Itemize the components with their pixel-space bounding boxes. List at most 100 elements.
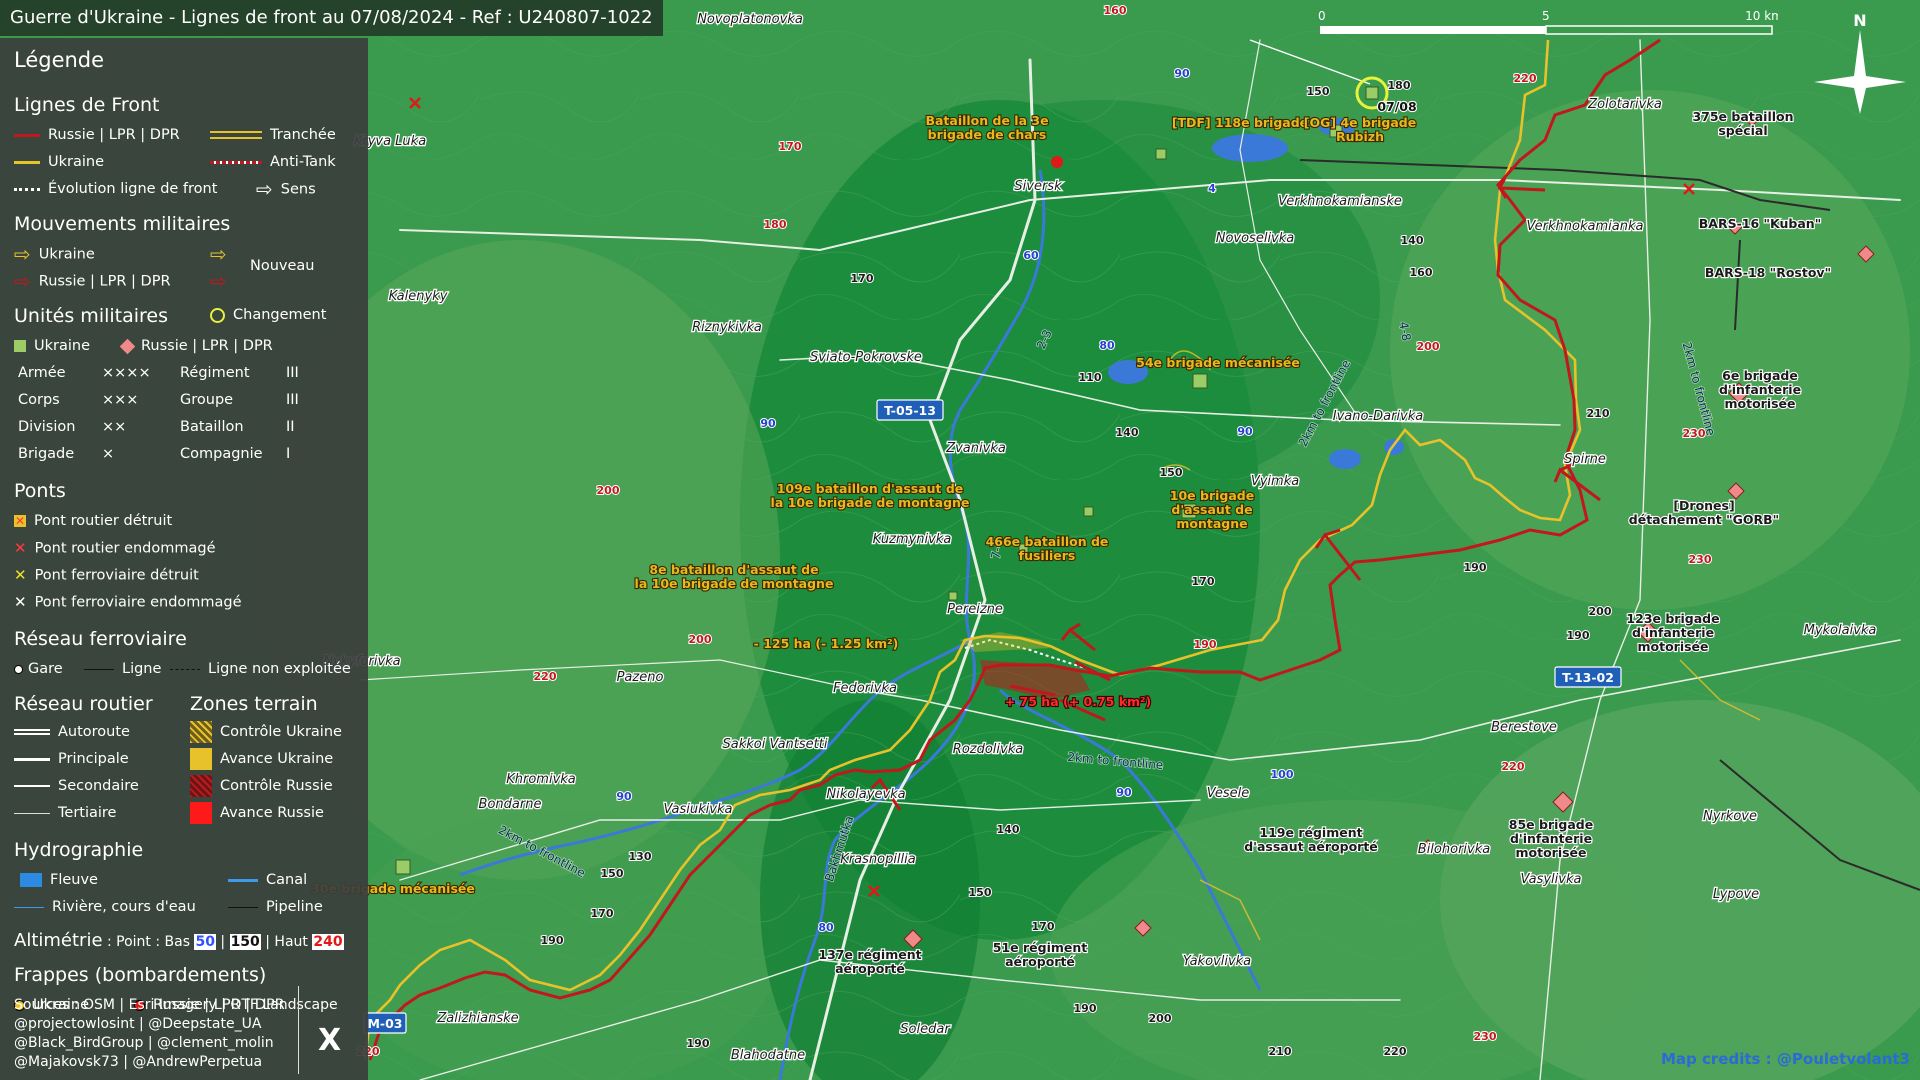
elevation-label: 190	[1074, 1002, 1097, 1015]
zone-ukraine-advance: Avance Ukraine	[190, 746, 342, 773]
unit-size-name: Brigade	[18, 446, 75, 462]
front-lines-heading: Lignes de Front	[14, 94, 160, 116]
zone-russia-advance-swatch	[190, 802, 212, 824]
legend-row-russia-line: Russie | LPR | DPR Tranchée	[14, 122, 368, 149]
unit-size-row: Brigade × Compagnie I	[14, 441, 368, 468]
bridge-road-destroyed: ✕ Pont routier détruit	[14, 513, 173, 529]
elevation-label: 180	[1388, 79, 1411, 92]
place-label: Siversk	[1014, 179, 1062, 194]
elevation-label: 190	[1567, 629, 1590, 642]
road-id-label: M-03	[367, 1016, 402, 1031]
unit-size-symbol: I	[286, 446, 291, 462]
place-label: Vasylivka	[1521, 872, 1582, 887]
bridge-road-damaged-icon: ✕	[14, 539, 27, 557]
legend-row-move-russia: ⇨ Russie | LPR | DPR ⇨	[14, 268, 368, 295]
unit-label: 8e bataillon d'assaut de la 10e brigade d…	[635, 562, 834, 591]
sources-line-2: @projectowlosint | @Deepstate_UA	[14, 1016, 262, 1032]
elevation-label: 90	[1174, 67, 1190, 80]
elevation-label: 80	[1099, 339, 1115, 352]
x-logo-icon[interactable]: X	[318, 1023, 341, 1058]
canal-swatch	[228, 878, 258, 882]
unit-size-name: Division	[18, 419, 76, 435]
place-label: Krasnopillia	[840, 852, 916, 867]
unit-size-row: Corps ××× Groupe III	[14, 387, 368, 414]
unit-label: Bataillon de la 3e brigade de chars	[925, 113, 1048, 142]
bridge-rail-destroyed: ✕ Pont ferroviaire détruit	[14, 562, 368, 589]
unit-label: 10e brigade d'assaut de montagne	[1170, 488, 1254, 531]
rail-line-swatch	[84, 668, 114, 670]
ukraine-line-swatch	[14, 160, 40, 164]
place-label: Kalenyky	[389, 289, 448, 304]
antitank-label: Anti-Tank	[270, 154, 336, 170]
legend-panel: Légende Lignes de Front Russie | LPR | D…	[0, 38, 368, 1080]
road-id-label: T-13-02	[1562, 670, 1614, 685]
scale-bar-graphic: 0 5 10 km	[1318, 9, 1783, 35]
place-label: Verkhnokamianka	[1527, 219, 1644, 234]
elevation-label: 140	[1116, 426, 1139, 439]
bridge-rail-destroyed-icon: ✕	[14, 566, 27, 584]
unit-size-symbol: ×××	[102, 392, 139, 408]
place-label: Riznykivka	[692, 320, 762, 335]
new-russia-arrow-icon: ⇨	[210, 269, 227, 293]
elevation-label: 180	[764, 218, 787, 231]
unit-size-symbol: ××	[102, 419, 127, 435]
legend-row-altimetry: Altimétrie : Point : Bas 50 | 150 | Haut…	[14, 930, 344, 951]
elevation-label: 150	[601, 867, 624, 880]
highway-swatch	[14, 729, 50, 735]
unit-size-symbol: ××××	[102, 365, 151, 381]
unit-size-name: Corps	[18, 392, 60, 408]
unit-label: 54e brigade mécanisée	[1136, 355, 1300, 370]
elevation-label: 160	[1410, 266, 1433, 279]
road-id-badge: M-03	[363, 1012, 407, 1034]
strikes-heading: Frappes (bombardements)	[14, 964, 267, 986]
place-label: Yakovlivka	[1183, 954, 1251, 969]
place-label: Zolotarivka	[1587, 97, 1662, 112]
elevation-label: 230	[1689, 553, 1712, 566]
place-label: Soledar	[900, 1022, 951, 1037]
unit-size-symbol: III	[286, 392, 299, 408]
pipeline-swatch	[228, 906, 258, 908]
russia-unit-diamond-icon	[119, 338, 136, 354]
elevation-label: 200	[597, 484, 620, 497]
unit-size-table: Armée ×××× Régiment III Corps ××× Groupe III Div…	[14, 360, 368, 468]
elevation-label: 200	[689, 633, 712, 646]
legend-row-ukraine-line: Ukraine Anti-Tank	[14, 149, 368, 176]
unit-size-symbol: II	[286, 419, 295, 435]
direction-arrow-icon: ⇨	[256, 177, 273, 201]
place-label: Khromivka	[506, 772, 576, 787]
place-label: Vyimka	[1251, 474, 1299, 489]
elevation-label: 170	[591, 907, 614, 920]
unit-size-name: Groupe	[180, 392, 234, 408]
road-zone-block: Réseau routier Autoroute Principale Seco…	[14, 693, 368, 839]
unit-size-name: Bataillon	[180, 419, 244, 435]
elevation-label: 170	[779, 140, 802, 153]
bridge-rail-damaged: ✕ Pont ferroviaire endommagé	[14, 589, 368, 616]
new-ukraine-arrow-icon: ⇨	[210, 242, 227, 266]
north-label: N	[1853, 11, 1866, 30]
unit-size-row: Division ×× Bataillon II	[14, 414, 368, 441]
bridge-road-destroyed-icon: ✕	[14, 514, 26, 528]
ukraine-move-arrow-icon: ⇨	[14, 242, 31, 266]
altimetry-mid: 150	[229, 934, 261, 950]
antitank-swatch	[210, 160, 262, 164]
map-title: Guerre d'Ukraine - Lignes de front au 07…	[0, 0, 663, 36]
main-road-swatch	[14, 757, 50, 761]
road-main: Principale	[14, 746, 153, 773]
elevation-label: 170	[1192, 575, 1215, 588]
station-dot-icon	[14, 664, 23, 674]
elevation-label: 140	[997, 823, 1020, 836]
zone-russia-control-swatch	[190, 775, 212, 797]
trench-swatch	[210, 131, 262, 139]
change-circle-icon	[210, 307, 225, 323]
road-secondary: Secondaire	[14, 773, 153, 800]
place-label: Berestove	[1491, 720, 1557, 735]
unit-size-symbol: III	[286, 365, 299, 381]
elevation-label: 220	[1384, 1045, 1407, 1058]
place-label: Ivano-Darivka	[1333, 409, 1424, 424]
unit-label: 6e brigade d'infanterie motorisée	[1719, 368, 1801, 411]
unit-size-row: Armée ×××× Régiment III	[14, 360, 368, 387]
sources-line-1: Sources : OSM | Esri Imagery | OTF Lands…	[14, 997, 338, 1013]
unit-size-symbol: ×	[102, 446, 115, 462]
sources-separator	[298, 986, 299, 1074]
place-label: Kuzmynivka	[873, 532, 952, 547]
